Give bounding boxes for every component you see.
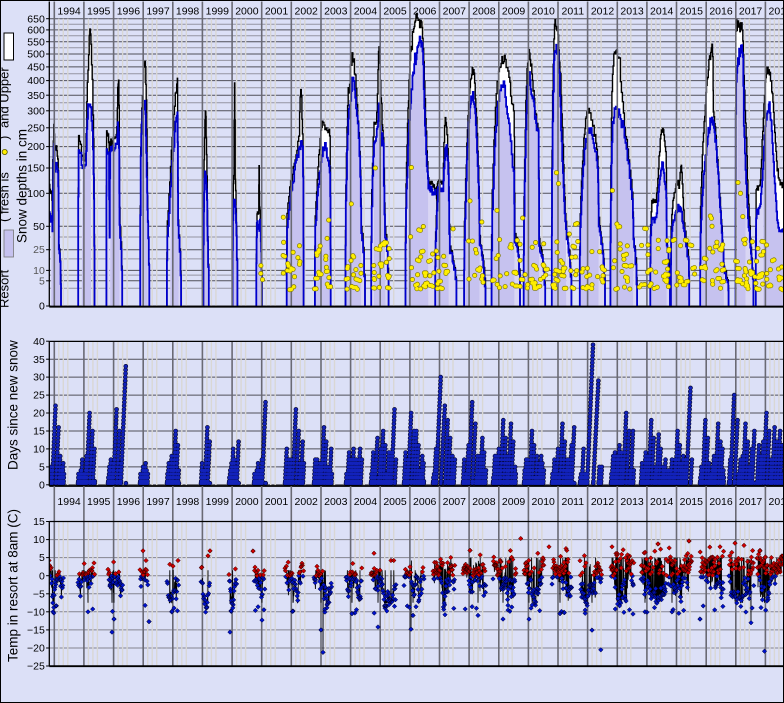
svg-text:20: 20: [33, 408, 45, 420]
svg-text:0: 0: [39, 479, 45, 491]
svg-text:2000: 2000: [235, 496, 259, 508]
svg-text:200: 200: [27, 141, 45, 153]
svg-text:): ): [0, 136, 12, 140]
svg-text:2015: 2015: [680, 496, 704, 508]
svg-text:Resort: Resort: [0, 269, 12, 308]
svg-text:2013: 2013: [620, 6, 644, 18]
svg-text:Temp in resort at 8am (C): Temp in resort at 8am (C): [6, 509, 21, 662]
svg-text:550: 550: [27, 36, 45, 48]
svg-text:35: 35: [33, 354, 45, 366]
svg-text:2004: 2004: [354, 496, 378, 508]
svg-text:2010: 2010: [532, 6, 556, 18]
svg-text:2000: 2000: [235, 6, 259, 18]
svg-text:450: 450: [27, 62, 45, 74]
svg-text:2017: 2017: [739, 6, 763, 18]
svg-text:2015: 2015: [680, 6, 704, 18]
svg-text:15: 15: [33, 516, 45, 528]
svg-text:650: 650: [27, 13, 45, 25]
svg-text:( fresh is: ( fresh is: [0, 172, 12, 222]
svg-text:1997: 1997: [146, 496, 170, 508]
svg-text:2011: 2011: [562, 6, 585, 18]
svg-text:400: 400: [27, 75, 45, 87]
svg-text:2008: 2008: [472, 6, 496, 18]
svg-text:2016: 2016: [709, 6, 733, 18]
svg-text:1996: 1996: [117, 496, 141, 508]
svg-text:2017: 2017: [739, 496, 763, 508]
svg-text:500: 500: [27, 49, 45, 61]
svg-text:2002: 2002: [295, 6, 319, 18]
svg-text:1994: 1994: [57, 6, 81, 18]
svg-text:2001: 2001: [265, 496, 289, 508]
svg-text:5: 5: [39, 462, 45, 474]
svg-text:2003: 2003: [324, 6, 348, 18]
svg-text:2011: 2011: [562, 496, 585, 508]
svg-text:2016: 2016: [709, 496, 733, 508]
svg-text:10: 10: [33, 534, 45, 546]
svg-text:1997: 1997: [146, 6, 170, 18]
svg-text:and Upper: and Upper: [0, 67, 12, 128]
svg-text:100: 100: [27, 188, 45, 200]
svg-text:0: 0: [39, 570, 45, 582]
svg-text:1995: 1995: [87, 6, 111, 18]
svg-text:−20: −20: [27, 643, 45, 655]
svg-text:2009: 2009: [502, 6, 526, 18]
svg-text:2014: 2014: [650, 6, 674, 18]
svg-text:2012: 2012: [591, 496, 615, 508]
svg-text:15: 15: [33, 426, 45, 438]
svg-text:2002: 2002: [295, 496, 319, 508]
svg-text:2006: 2006: [413, 6, 437, 18]
svg-text:150: 150: [27, 163, 45, 175]
svg-text:2014: 2014: [650, 496, 674, 508]
svg-text:Snow depths in cm: Snow depths in cm: [15, 129, 30, 243]
svg-text:2005: 2005: [383, 496, 407, 508]
svg-text:−25: −25: [27, 661, 45, 673]
svg-text:300: 300: [27, 105, 45, 117]
svg-text:10: 10: [33, 265, 45, 277]
svg-text:2004: 2004: [354, 6, 378, 18]
svg-text:50: 50: [33, 221, 45, 233]
svg-text:1995: 1995: [87, 496, 111, 508]
svg-text:2001: 2001: [265, 6, 289, 18]
svg-text:30: 30: [33, 372, 45, 384]
svg-text:2007: 2007: [443, 6, 467, 18]
svg-text:2018: 2018: [769, 6, 784, 18]
svg-text:350: 350: [27, 90, 45, 102]
svg-text:25: 25: [33, 244, 45, 256]
svg-text:1999: 1999: [206, 496, 230, 508]
svg-text:1996: 1996: [117, 6, 141, 18]
svg-text:250: 250: [27, 122, 45, 134]
svg-text:−10: −10: [27, 606, 45, 618]
svg-text:2010: 2010: [532, 496, 556, 508]
svg-text:2013: 2013: [620, 496, 644, 508]
svg-text:0: 0: [39, 301, 45, 313]
svg-text:600: 600: [27, 25, 45, 37]
svg-text:−15: −15: [27, 625, 45, 637]
svg-text:1998: 1998: [176, 6, 200, 18]
svg-text:2008: 2008: [472, 496, 496, 508]
svg-text:2005: 2005: [383, 6, 407, 18]
svg-text:2006: 2006: [413, 496, 437, 508]
svg-text:1998: 1998: [176, 496, 200, 508]
svg-text:2003: 2003: [324, 496, 348, 508]
svg-text:10: 10: [33, 444, 45, 456]
svg-text:2018: 2018: [769, 496, 784, 508]
svg-text:5: 5: [39, 552, 45, 564]
svg-text:25: 25: [33, 390, 45, 402]
svg-text:1999: 1999: [206, 6, 230, 18]
svg-text:2009: 2009: [502, 496, 526, 508]
svg-text:5: 5: [39, 275, 45, 287]
svg-text:40: 40: [33, 336, 45, 348]
svg-text:1994: 1994: [57, 496, 81, 508]
svg-text:2012: 2012: [591, 6, 615, 18]
svg-text:Days since new snow: Days since new snow: [6, 340, 21, 470]
svg-text:2007: 2007: [443, 496, 467, 508]
svg-text:−5: −5: [33, 588, 45, 600]
